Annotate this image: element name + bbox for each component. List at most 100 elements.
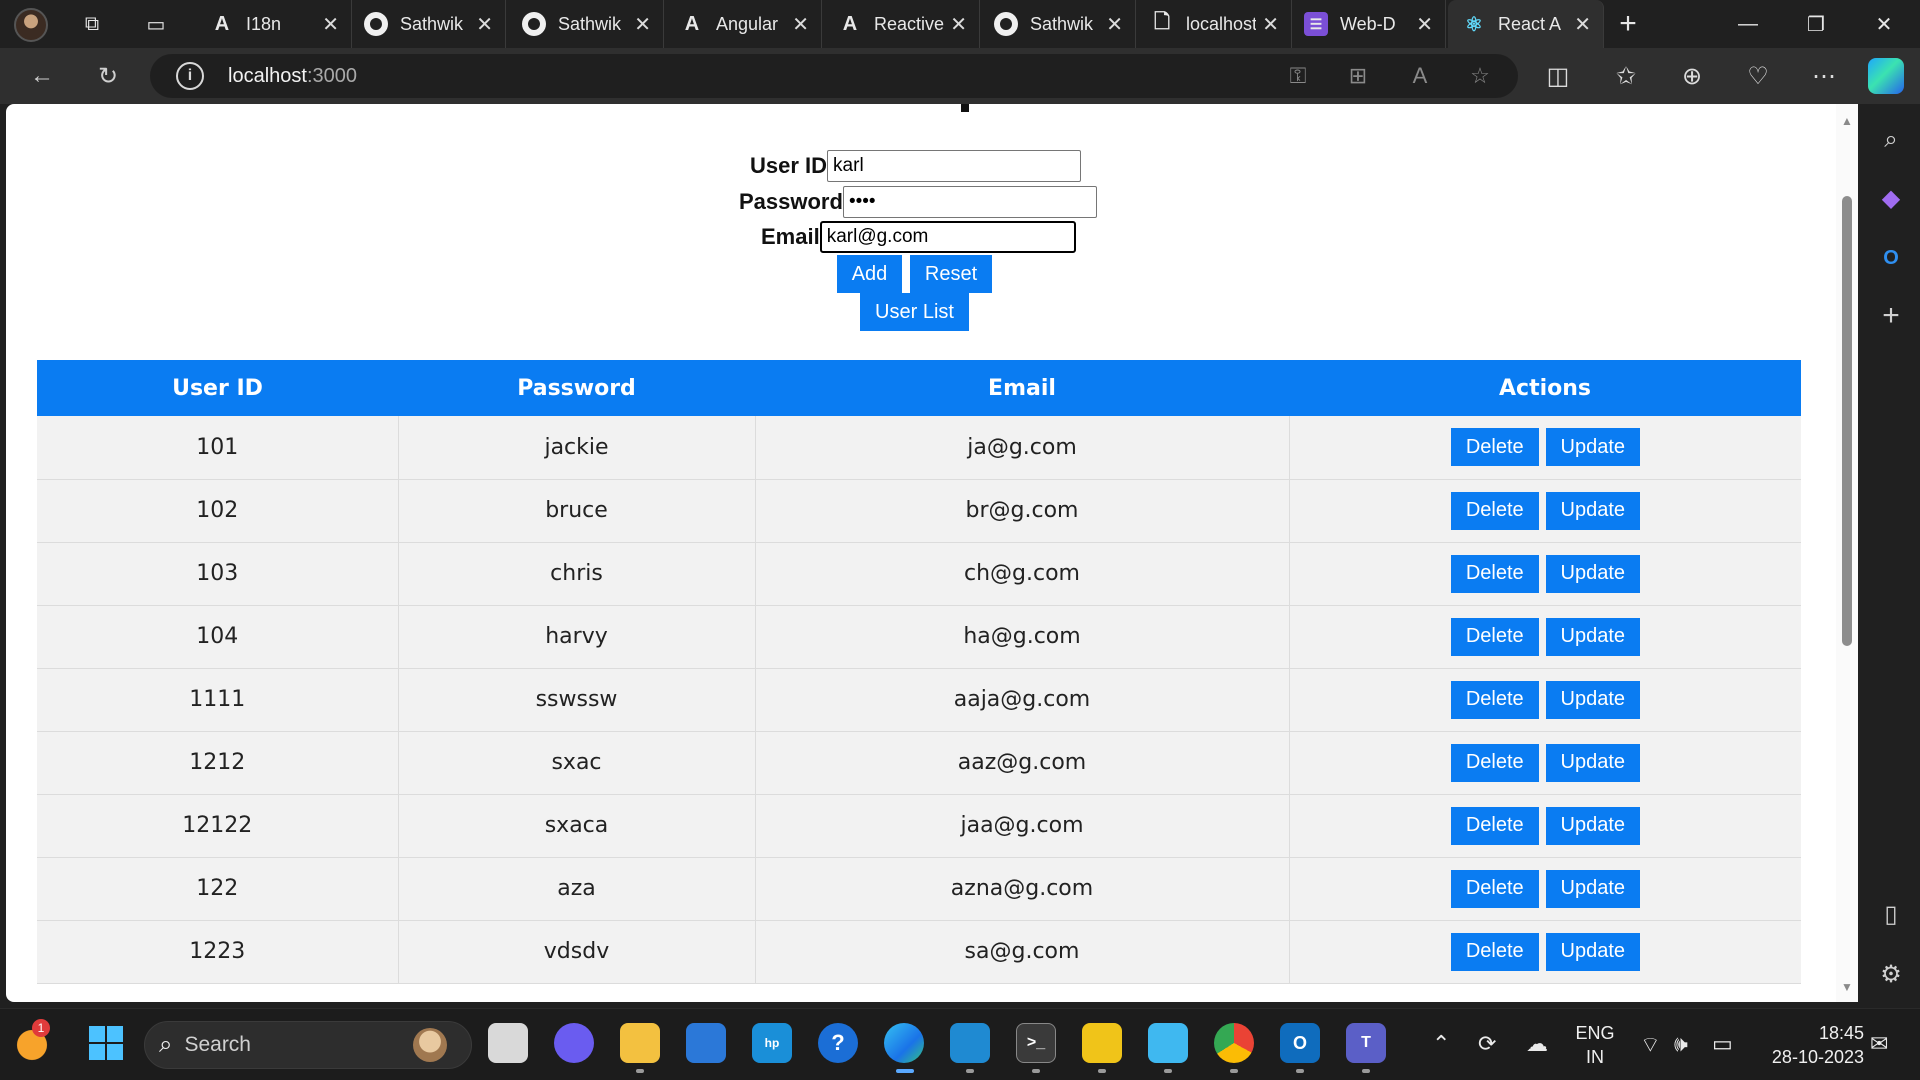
wifi-icon[interactable]: ⌔ (1640, 1031, 1661, 1059)
close-tab-icon[interactable]: ✕ (322, 12, 339, 37)
split-screen-icon[interactable]: ◫ (1538, 56, 1578, 96)
update-button[interactable]: Update (1545, 428, 1640, 467)
table-row: 1223 vdsdv sa@g.com Delete Update (37, 920, 1801, 984)
collections-icon[interactable]: ⊕ (1672, 56, 1712, 96)
key-icon[interactable]: ⚿ (1284, 62, 1312, 90)
battery-icon[interactable]: ▭ (1712, 1031, 1733, 1057)
browser-tab[interactable]: 🗋 localhost ✕ (1136, 0, 1292, 48)
scroll-up-arrow-icon[interactable]: ▲ (1841, 114, 1853, 128)
browser-tab[interactable]: Sathwik ✕ (350, 0, 506, 48)
hide-sidebar-icon[interactable]: ▯ (1873, 896, 1909, 932)
myhp-icon[interactable]: hp (752, 1023, 792, 1063)
copilot-icon[interactable] (1868, 58, 1904, 94)
restore-button[interactable]: ❐ (1782, 0, 1850, 48)
notifications-icon[interactable]: ✉ (1870, 1031, 1888, 1057)
browser-tab[interactable]: A Angular ✕ (666, 0, 822, 48)
update-button[interactable]: Update (1545, 680, 1640, 719)
browser-essentials-icon[interactable]: ♡ (1738, 56, 1778, 96)
volume-icon[interactable]: 🕪 (1674, 1031, 1688, 1057)
outlook-icon[interactable]: O (1873, 240, 1909, 276)
favorite-star-icon[interactable]: ☆ (1466, 62, 1494, 90)
site-info-icon[interactable]: i (176, 62, 204, 90)
address-text[interactable]: localhost:3000 (228, 65, 357, 88)
outlook-icon[interactable]: O (1280, 1023, 1320, 1063)
refresh-button[interactable]: ↻ (88, 56, 128, 96)
delete-button[interactable]: Delete (1450, 806, 1539, 845)
language-indicator[interactable]: ENG IN (1574, 1021, 1616, 1069)
update-button[interactable]: Update (1545, 554, 1640, 593)
apps-icon[interactable]: ⊞ (1344, 62, 1372, 90)
taskbar-search-box[interactable]: ⌕ Search (144, 1021, 472, 1069)
browser-tab[interactable]: Sathwik ✕ (980, 0, 1136, 48)
notepad-icon[interactable] (1148, 1023, 1188, 1063)
browser-tab[interactable]: ⚛ React A ✕ (1448, 0, 1604, 48)
close-window-button[interactable]: ✕ (1850, 0, 1918, 48)
delete-button[interactable]: Delete (1450, 932, 1539, 971)
file-explorer-icon[interactable] (620, 1023, 660, 1063)
user-list-button[interactable]: User List (860, 293, 969, 331)
snipping-tool-icon[interactable] (1082, 1023, 1122, 1063)
update-button[interactable]: Update (1545, 617, 1640, 656)
browser-tab[interactable]: A I18n ✕ (196, 0, 352, 48)
close-tab-icon[interactable]: ✕ (1106, 12, 1123, 37)
new-tab-button[interactable]: + (1608, 4, 1648, 44)
browser-tab[interactable]: A Reactive ✕ (824, 0, 980, 48)
more-menu-icon[interactable]: ⋯ (1804, 56, 1844, 96)
microsoft-store-icon[interactable] (686, 1023, 726, 1063)
password-input[interactable] (842, 186, 1097, 218)
close-tab-icon[interactable]: ✕ (1574, 12, 1591, 37)
close-tab-icon[interactable]: ✕ (792, 12, 809, 37)
task-view-icon[interactable] (488, 1023, 528, 1063)
close-tab-icon[interactable]: ✕ (1262, 12, 1279, 37)
browser-tab[interactable]: ☰ Web-D ✕ (1290, 0, 1446, 48)
email-input[interactable] (819, 221, 1076, 253)
copilot-designer-icon[interactable]: ◆ (1873, 180, 1909, 216)
tab-actions-icon[interactable]: ▭ (136, 4, 176, 44)
terminal-icon[interactable]: >_ (1016, 1023, 1056, 1063)
read-aloud-icon[interactable]: A (1406, 62, 1434, 90)
update-button[interactable]: Update (1545, 743, 1640, 782)
delete-button[interactable]: Delete (1450, 617, 1539, 656)
add-sidebar-app-icon[interactable]: + (1873, 298, 1909, 334)
settings-gear-icon[interactable]: ⚙ (1873, 956, 1909, 992)
close-tab-icon[interactable]: ✕ (950, 12, 967, 37)
browser-tab[interactable]: Sathwik ✕ (508, 0, 664, 48)
delete-button[interactable]: Delete (1450, 554, 1539, 593)
address-bar[interactable]: i localhost:3000 ⚿ ⊞ A ☆ (150, 54, 1518, 98)
favorites-icon[interactable]: ✩ (1606, 56, 1646, 96)
get-help-icon[interactable]: ? (818, 1023, 858, 1063)
userid-input[interactable] (827, 150, 1082, 182)
update-button[interactable]: Update (1545, 806, 1640, 845)
delete-button[interactable]: Delete (1450, 680, 1539, 719)
update-button[interactable]: Update (1545, 932, 1640, 971)
profile-avatar[interactable] (14, 8, 48, 42)
back-button[interactable]: ← (22, 56, 62, 96)
onedrive-cloud-icon[interactable]: ☁ (1526, 1031, 1548, 1057)
close-tab-icon[interactable]: ✕ (1416, 12, 1433, 37)
clock[interactable]: 18:45 28-10-2023 (1752, 1021, 1864, 1069)
start-button[interactable] (86, 1023, 126, 1063)
chrome-icon[interactable] (1214, 1023, 1254, 1063)
delete-button[interactable]: Delete (1450, 428, 1539, 467)
close-tab-icon[interactable]: ✕ (476, 12, 493, 37)
meet-chat-icon[interactable] (554, 1023, 594, 1063)
workspaces-icon[interactable]: ⧉ (72, 4, 112, 44)
add-button[interactable]: Add (837, 255, 902, 293)
vscode-icon[interactable] (950, 1023, 990, 1063)
close-tab-icon[interactable]: ✕ (634, 12, 651, 37)
delete-button[interactable]: Delete (1450, 491, 1539, 530)
scroll-down-arrow-icon[interactable]: ▼ (1841, 980, 1853, 994)
delete-button[interactable]: Delete (1450, 869, 1539, 908)
reset-button[interactable]: Reset (910, 255, 992, 293)
teams-icon[interactable]: T (1346, 1023, 1386, 1063)
minimize-button[interactable]: — (1714, 0, 1782, 48)
update-button[interactable]: Update (1545, 491, 1640, 530)
update-button[interactable]: Update (1545, 869, 1640, 908)
sync-icon[interactable]: ⟳ (1478, 1031, 1496, 1057)
page-scrollbar[interactable]: ▲ ▼ (1836, 104, 1858, 1002)
edge-browser-icon[interactable] (884, 1023, 924, 1063)
scroll-thumb[interactable] (1842, 196, 1852, 646)
delete-button[interactable]: Delete (1450, 743, 1539, 782)
search-icon[interactable]: ⌕ (1873, 122, 1909, 158)
show-hidden-icons-chevron-icon[interactable]: ⌃ (1432, 1031, 1450, 1057)
